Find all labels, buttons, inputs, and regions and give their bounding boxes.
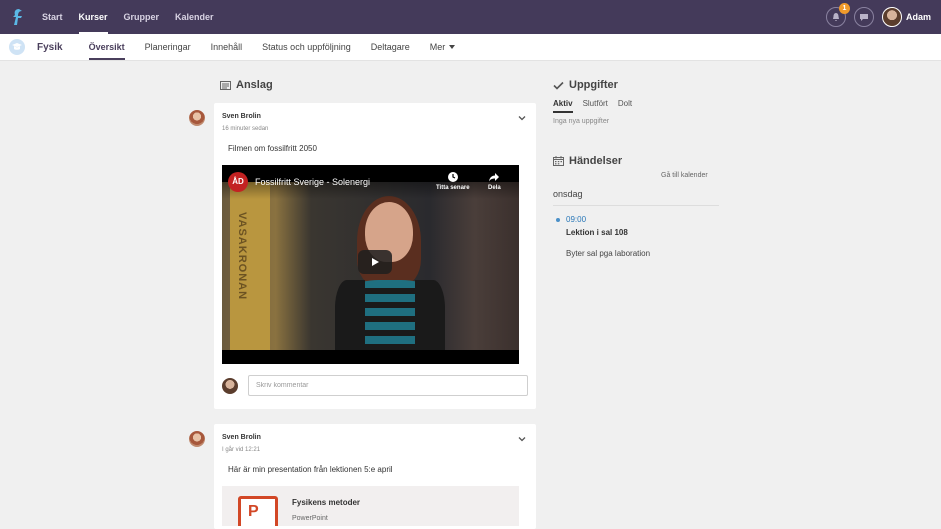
video-title[interactable]: Fossilfritt Sverige - Solenergi — [255, 177, 370, 187]
event-title[interactable]: Lektion i sal 108 — [566, 228, 628, 237]
chevron-down-icon[interactable] — [518, 435, 526, 443]
post-time: I går vid 12:21 — [222, 447, 261, 453]
course-icon — [9, 39, 25, 55]
user-menu[interactable]: Adam — [881, 7, 931, 27]
main-nav: Start Kurser Grupper Kalender — [34, 0, 222, 34]
play-icon — [372, 258, 379, 266]
tab-mer-label: Mer — [429, 41, 446, 52]
app-logo-icon[interactable] — [0, 0, 34, 34]
attachment-type: PowerPoint — [292, 515, 328, 522]
post-time: 16 minuter sedan — [222, 126, 269, 132]
video-player[interactable]: VASAKRONAN ÅD Fossilfritt Sverige - Sole… — [222, 165, 519, 364]
event-time[interactable]: 09:00 — [566, 215, 586, 224]
bell-icon — [832, 13, 839, 21]
user-name: Adam — [905, 12, 931, 22]
tasks-title: Uppgifter — [569, 79, 618, 91]
post-author[interactable]: Sven Brolin — [222, 434, 261, 441]
tasks-empty-text: Inga nya uppgifter — [553, 118, 610, 125]
watch-later-button[interactable]: Titta senare — [436, 171, 470, 191]
chevron-down-icon — [449, 45, 456, 50]
avatar — [222, 378, 238, 394]
tab-dolt[interactable]: Dolt — [618, 99, 632, 113]
post-text: Här är min presentation från lektionen 5… — [228, 465, 393, 474]
nav-kalender[interactable]: Kalender — [167, 0, 222, 34]
announcements-heading: Anslag — [220, 79, 273, 91]
comment-input[interactable] — [248, 375, 528, 396]
course-name[interactable]: Fysik — [37, 42, 63, 53]
clock-icon — [447, 172, 458, 182]
powerpoint-icon: P — [238, 496, 278, 526]
tab-planeringar[interactable]: Planeringar — [135, 34, 201, 61]
events-title: Händelser — [569, 155, 623, 167]
tab-deltagare[interactable]: Deltagare — [361, 34, 420, 61]
tab-status[interactable]: Status och uppföljning — [252, 34, 361, 61]
nav-kurser[interactable]: Kurser — [71, 0, 116, 34]
chat-icon — [859, 14, 868, 21]
file-attachment[interactable]: P Fysikens metoder PowerPoint — [222, 486, 519, 526]
calendar-link[interactable]: Gå till kalender — [661, 172, 708, 179]
video-banner-text: VASAKRONAN — [236, 212, 248, 301]
checkmark-icon — [553, 81, 564, 90]
tab-mer[interactable]: Mer — [420, 34, 466, 61]
notifications-button[interactable]: 1 — [825, 3, 850, 27]
notification-badge: 1 — [838, 3, 850, 14]
channel-logo[interactable]: ÅD — [228, 172, 248, 192]
tasks-heading: Uppgifter — [553, 79, 618, 91]
events-heading: Händelser — [553, 155, 622, 167]
tab-innehall[interactable]: Innehåll — [201, 34, 253, 61]
tab-aktiv[interactable]: Aktiv — [553, 99, 573, 113]
post-text: Filmen om fossilfritt 2050 — [228, 144, 317, 153]
tab-slutfort[interactable]: Slutfört — [583, 99, 608, 113]
nav-grupper[interactable]: Grupper — [116, 0, 168, 34]
event-dot — [556, 218, 560, 222]
announcements-title: Anslag — [236, 79, 273, 91]
post-author[interactable]: Sven Brolin — [222, 113, 261, 120]
attachment-title: Fysikens metoder — [292, 498, 361, 507]
comment-row — [222, 375, 528, 397]
chevron-down-icon[interactable] — [518, 114, 526, 122]
share-button[interactable]: Dela — [488, 171, 501, 191]
newspaper-icon — [220, 80, 231, 90]
event-day: onsdag — [553, 189, 719, 206]
course-nav: Fysik Översikt Planeringar Innehåll Stat… — [0, 34, 941, 61]
share-label: Dela — [488, 185, 501, 191]
announcement-post: Sven Brolin 16 minuter sedan Filmen om f… — [214, 103, 536, 409]
watch-later-label: Titta senare — [436, 185, 470, 191]
video-person — [335, 196, 445, 350]
nav-start[interactable]: Start — [34, 0, 71, 34]
avatar[interactable] — [189, 431, 205, 447]
tab-oversikt[interactable]: Översikt — [79, 34, 135, 61]
top-right-controls: 1 Adam — [825, 0, 931, 34]
event-description: Byter sal pga laboration — [566, 249, 651, 258]
top-bar: Start Kurser Grupper Kalender 1 Adam — [0, 0, 941, 34]
share-icon — [489, 173, 500, 182]
avatar[interactable] — [189, 110, 205, 126]
announcement-post: Sven Brolin I går vid 12:21 Här är min p… — [214, 424, 536, 529]
tasks-tabs: Aktiv Slutfört Dolt — [553, 99, 632, 113]
avatar — [881, 7, 902, 27]
messages-button[interactable] — [853, 7, 874, 27]
play-button[interactable] — [358, 250, 392, 274]
calendar-icon — [553, 156, 564, 166]
